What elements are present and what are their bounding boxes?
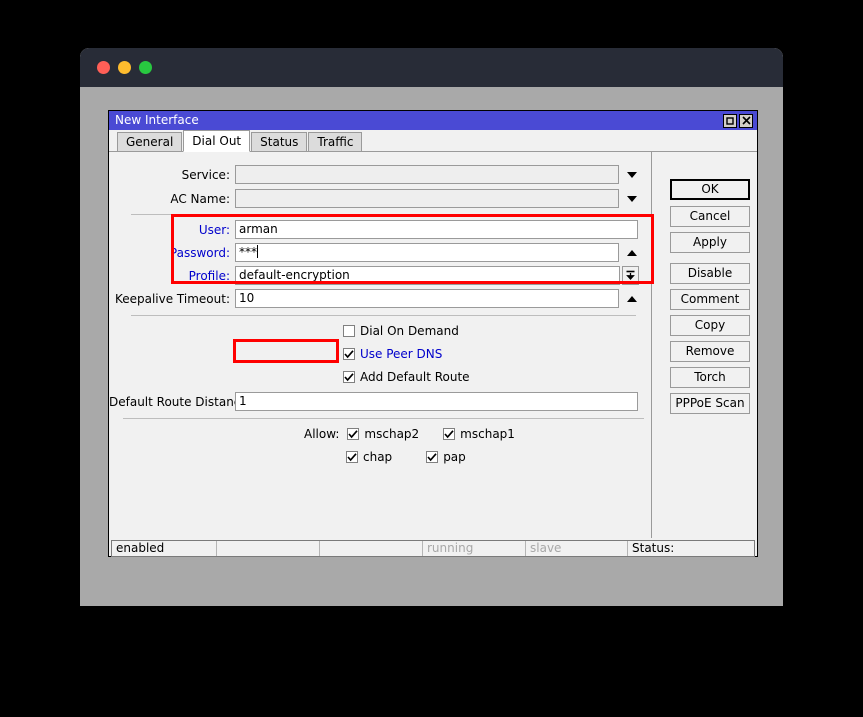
field-row-keepalive-timeout: Keepalive Timeout: 10: [109, 288, 652, 309]
tab-status[interactable]: Status: [251, 132, 307, 151]
cancel-button[interactable]: Cancel: [670, 206, 750, 227]
ok-button[interactable]: OK: [670, 179, 750, 200]
checkbox-label: Add Default Route: [360, 370, 470, 384]
status-cell-2: [217, 541, 320, 556]
dialog-body: Service: AC Name: User: arman Password: …: [109, 152, 757, 538]
checkbox-label-pap: pap: [443, 450, 466, 464]
checkbox-label-mschap2: mschap2: [364, 427, 419, 441]
remove-button[interactable]: Remove: [670, 341, 750, 362]
user-label: User:: [109, 223, 235, 237]
service-label: Service:: [109, 168, 235, 182]
allow-label-wrap: Allow: mschap2 mschap1: [304, 425, 515, 442]
keepalive-timeout-input[interactable]: 10: [235, 289, 619, 308]
tab-dial-out[interactable]: Dial Out: [183, 130, 250, 152]
checkbox-label: Dial On Demand: [360, 324, 459, 338]
tab-strip: General Dial Out Status Traffic: [109, 130, 757, 152]
checkbox-box-chap[interactable]: [346, 451, 358, 463]
keepalive-spinner-up-icon[interactable]: [623, 289, 641, 308]
default-route-distance-label: Default Route Distance:: [109, 395, 235, 409]
password-input[interactable]: ***: [235, 243, 619, 262]
profile-dropdown-icon[interactable]: [622, 266, 639, 285]
allow-row-2: chap pap: [346, 448, 466, 465]
checkbox-box-mschap1[interactable]: [443, 428, 455, 440]
password-value: ***: [239, 245, 257, 259]
status-cell-3: [320, 541, 423, 556]
service-input[interactable]: [235, 165, 619, 184]
text-caret: [257, 245, 258, 258]
checkbox-box[interactable]: [343, 371, 355, 383]
field-row-default-route-distance: Default Route Distance: 1: [109, 391, 652, 412]
zoom-window-button[interactable]: [139, 61, 152, 74]
status-cell-slave: slave: [526, 541, 628, 556]
allow-label: Allow:: [304, 427, 339, 441]
checkbox-box-mschap2[interactable]: [347, 428, 359, 440]
field-row-password: Password: ***: [109, 242, 652, 263]
keepalive-timeout-label: Keepalive Timeout:: [109, 292, 235, 306]
checkbox-label-chap: chap: [363, 450, 392, 464]
minimize-window-button[interactable]: [118, 61, 131, 74]
close-window-button[interactable]: [97, 61, 110, 74]
apply-button[interactable]: Apply: [670, 232, 750, 253]
checkbox-use-peer-dns[interactable]: Use Peer DNS: [343, 345, 442, 362]
field-row-profile: Profile: default-encryption: [109, 265, 652, 286]
checkbox-add-default-route[interactable]: Add Default Route: [343, 368, 470, 385]
close-icon[interactable]: [739, 114, 753, 128]
dialog-title: New Interface: [115, 111, 199, 130]
status-cell-enabled: enabled: [112, 541, 217, 556]
tab-traffic[interactable]: Traffic: [308, 132, 362, 151]
checkbox-label: Use Peer DNS: [360, 347, 442, 361]
maximize-icon[interactable]: [723, 114, 737, 128]
ac-name-dropdown-icon[interactable]: [623, 189, 641, 208]
field-row-service: Service:: [109, 164, 652, 185]
form-pane: Service: AC Name: User: arman Password: …: [109, 152, 652, 538]
field-row-ac-name: AC Name:: [109, 188, 652, 209]
checkbox-dial-on-demand[interactable]: Dial On Demand: [343, 322, 459, 339]
separator-bottom: [123, 418, 644, 419]
profile-label: Profile:: [109, 269, 235, 283]
checkbox-box-pap[interactable]: [426, 451, 438, 463]
ac-name-input[interactable]: [235, 189, 619, 208]
checkbox-label-mschap1: mschap1: [460, 427, 515, 441]
profile-input[interactable]: default-encryption: [235, 266, 620, 285]
default-route-distance-input[interactable]: 1: [235, 392, 638, 411]
service-dropdown-icon[interactable]: [623, 165, 641, 184]
dialog-titlebar[interactable]: New Interface: [109, 111, 757, 130]
status-bar: enabled running slave Status:: [111, 540, 755, 557]
ac-name-label: AC Name:: [109, 192, 235, 206]
status-cell-status: Status:: [628, 541, 754, 556]
button-pane: OK Cancel Apply Disable Comment Copy Rem…: [654, 152, 757, 538]
window-titlebar: [80, 48, 783, 87]
torch-button[interactable]: Torch: [670, 367, 750, 388]
checkbox-box[interactable]: [343, 348, 355, 360]
password-label: Password:: [109, 246, 235, 260]
pppoe-scan-button[interactable]: PPPoE Scan: [670, 393, 750, 414]
field-row-user: User: arman: [109, 219, 652, 240]
separator-middle: [131, 315, 636, 316]
user-input[interactable]: arman: [235, 220, 638, 239]
separator-top: [131, 214, 636, 215]
copy-button[interactable]: Copy: [670, 315, 750, 336]
status-cell-running: running: [423, 541, 526, 556]
password-spinner-up-icon[interactable]: [623, 243, 641, 262]
comment-button[interactable]: Comment: [670, 289, 750, 310]
disable-button[interactable]: Disable: [670, 263, 750, 284]
new-interface-dialog: New Interface General Dial Out Status Tr…: [108, 110, 758, 557]
tab-general[interactable]: General: [117, 132, 182, 151]
checkbox-box[interactable]: [343, 325, 355, 337]
